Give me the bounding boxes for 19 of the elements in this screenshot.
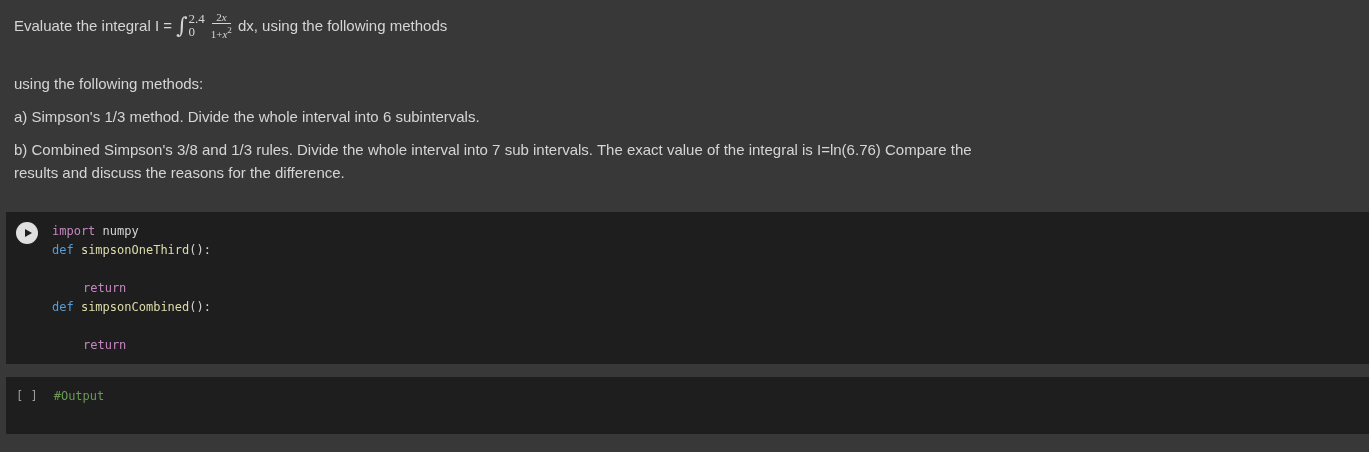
run-button[interactable]: [16, 222, 38, 244]
code-line: def simpsonOneThird():: [52, 242, 211, 259]
code-line: #Output: [53, 388, 105, 405]
denominator: 1+x$^{2}$: [210, 23, 232, 40]
lower-limit: 0: [188, 25, 196, 38]
heading-text: dx, using the following methods: [237, 16, 448, 34]
code-line: return: [82, 280, 128, 297]
paragraph: using the following methods:: [14, 74, 205, 94]
paragraph: a) Simpson's 1/3 method. Divide the whole interval into 6 subintervals.: [14, 107, 481, 127]
play-icon: [23, 228, 33, 238]
code-line: import numpy: [52, 223, 140, 240]
heading-text: Evaluate the integral I =: [14, 16, 173, 34]
numerator: 2x: [212, 10, 231, 24]
integral-sign: ∫: [176, 12, 188, 38]
code-line: return: [82, 337, 128, 354]
paragraph: b) Combined Simpson's 3/8 and 1/3 rules. Divide the whole interval into 7 sub intervals. The exact value of the integral is I=ln(6.76) Compare the results and discuss the reasons for the difference.: [14, 140, 973, 183]
cell-prompt: [ ]: [16, 388, 38, 405]
upper-limit: 2.4: [188, 12, 205, 25]
code-line: def simpsonCombined():: [52, 299, 211, 316]
